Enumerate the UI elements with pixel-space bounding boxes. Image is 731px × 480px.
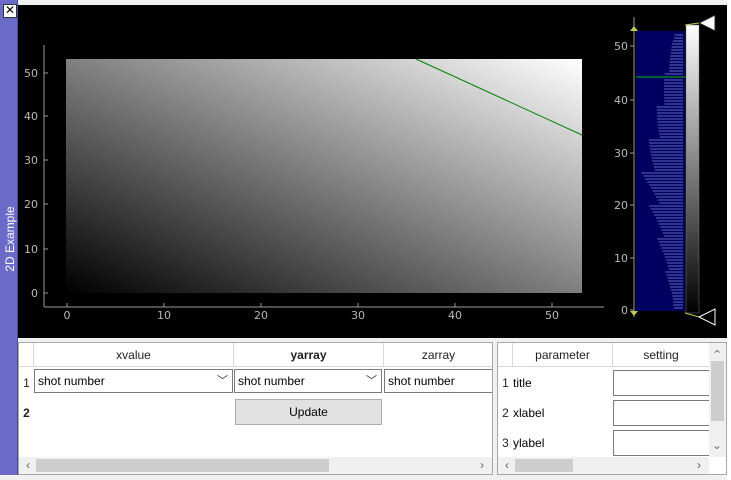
yarray-combo[interactable]: shot number ﹀ xyxy=(234,369,382,393)
scrollbar-thumb[interactable] xyxy=(36,459,329,472)
x-tick-label: 30 xyxy=(351,309,365,322)
image-plot-svg[interactable]: 0 10 20 30 40 50 0 10 20 30 40 50 0 10 2… xyxy=(18,5,727,338)
title-setting-input[interactable] xyxy=(613,370,710,396)
dock-title: 2D Example xyxy=(3,206,17,272)
scroll-right-icon[interactable]: › xyxy=(692,457,706,474)
y-tick-label: 40 xyxy=(24,110,38,123)
x-tick-label: 50 xyxy=(545,309,559,322)
parameter-name-title: title xyxy=(513,376,532,390)
table-corner xyxy=(19,343,34,367)
x-tick-label: 20 xyxy=(254,309,268,322)
histogram-tick-label: 10 xyxy=(614,252,628,265)
row-header: 2 xyxy=(19,399,34,427)
parameter-table[interactable]: parameter setting 1 2 3 title xlabel yla… xyxy=(497,342,727,475)
column-header-yarray[interactable]: yarray xyxy=(234,343,384,367)
xvalue-combo[interactable]: shot number ﹀ xyxy=(34,369,233,393)
gradient-top-handle-icon[interactable] xyxy=(697,14,716,32)
scroll-left-icon[interactable]: ‹ xyxy=(21,457,35,474)
row-header: 1 xyxy=(19,369,34,397)
column-header-setting[interactable]: setting xyxy=(613,343,710,367)
histogram-tick-label: 30 xyxy=(614,147,628,160)
scroll-left-icon[interactable]: ‹ xyxy=(500,457,514,474)
row-header: 1 xyxy=(498,368,513,398)
y-tick-label: 0 xyxy=(31,287,38,300)
histogram-tick-label: 50 xyxy=(614,40,628,53)
xlabel-setting-input[interactable] xyxy=(613,400,710,426)
scroll-down-icon[interactable]: › xyxy=(709,441,726,455)
chevron-down-icon: ﹀ xyxy=(366,375,377,387)
y-tick-label: 30 xyxy=(24,154,38,167)
array-table[interactable]: xvalue yarray zarray 1 2 shot number ﹀ s… xyxy=(18,342,493,475)
combo-value: shot number xyxy=(38,374,105,388)
y-tick-label: 10 xyxy=(24,243,38,256)
region-top-handle-icon[interactable] xyxy=(630,26,638,31)
y-tick-label: 50 xyxy=(24,67,38,80)
histogram-tick-label: 20 xyxy=(614,199,628,212)
row-header: 2 xyxy=(498,398,513,428)
y-tick-label: 20 xyxy=(24,198,38,211)
parameter-name-xlabel: xlabel xyxy=(513,406,545,420)
row-header: 3 xyxy=(498,428,513,458)
histogram-lut[interactable]: 0 10 20 30 40 50 xyxy=(614,14,716,326)
gradient-editor[interactable] xyxy=(685,24,700,314)
horizontal-scrollbar[interactable]: ‹ › xyxy=(19,457,492,474)
region-bottom-handle-icon[interactable] xyxy=(630,311,638,316)
parameter-name-ylabel: ylabel xyxy=(513,436,545,450)
x-tick-group: 0 10 20 30 40 50 xyxy=(64,303,559,322)
vertical-scrollbar[interactable]: › › xyxy=(709,343,726,457)
background-window-edge xyxy=(727,0,731,480)
x-tick-label: 0 xyxy=(64,309,71,322)
column-header-xvalue[interactable]: xvalue xyxy=(34,343,234,367)
update-button[interactable]: Update xyxy=(235,399,382,425)
histogram-tick-label: 40 xyxy=(614,94,628,107)
table-corner xyxy=(498,343,513,367)
dock-title-bar[interactable]: ✕ 2D Example xyxy=(0,0,18,475)
close-icon[interactable]: ✕ xyxy=(3,4,17,18)
chevron-down-icon: ﹀ xyxy=(217,375,228,387)
scrollbar-thumb[interactable] xyxy=(515,459,573,472)
horizontal-scrollbar[interactable]: ‹ › xyxy=(498,457,709,474)
image-view-panel[interactable]: 0 10 20 30 40 50 0 10 20 30 40 50 0 10 2… xyxy=(18,5,727,338)
histogram-y-ticks: 0 10 20 30 40 50 xyxy=(614,40,634,317)
zarray-combo[interactable]: shot number xyxy=(384,369,492,393)
combo-value: shot number xyxy=(388,374,455,388)
table-panel: xvalue yarray zarray 1 2 shot number ﹀ s… xyxy=(18,342,727,475)
ylabel-setting-input[interactable] xyxy=(613,430,710,456)
scroll-up-icon[interactable]: › xyxy=(709,345,726,359)
combo-value: shot number xyxy=(238,374,305,388)
column-header-parameter[interactable]: parameter xyxy=(513,343,613,367)
scrollbar-thumb[interactable] xyxy=(711,361,724,421)
scroll-right-icon[interactable]: › xyxy=(475,457,489,474)
histogram-tick-label: 0 xyxy=(621,304,628,317)
column-header-zarray[interactable]: zarray xyxy=(384,343,492,367)
x-tick-label: 40 xyxy=(448,309,462,322)
gradient-bottom-handle-icon[interactable] xyxy=(697,308,716,326)
image-item[interactable] xyxy=(66,59,582,293)
x-tick-label: 10 xyxy=(157,309,171,322)
